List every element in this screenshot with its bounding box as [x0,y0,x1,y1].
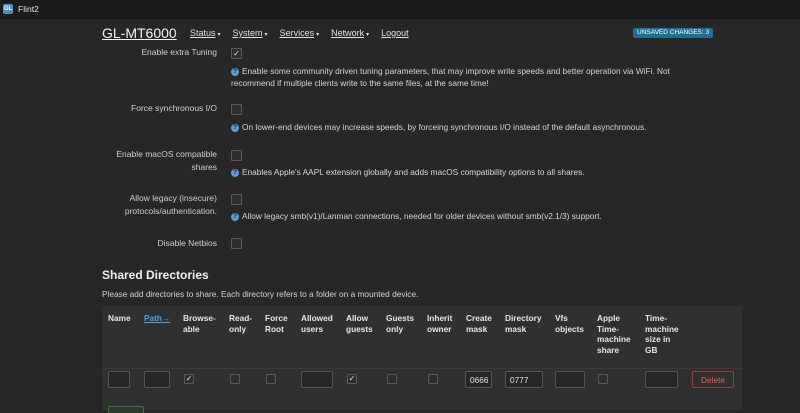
col-guests-only: Guests only [386,313,415,334]
chevron-down-icon: ▾ [316,32,320,38]
inherit-owner-checkbox[interactable] [428,374,438,384]
help-text: ? Allow legacy smb(v1)/Lanman connections… [231,211,602,221]
main-menu: Status ▾ System ▾ Services ▾ Network ▾ Logou… [190,28,421,38]
menu-services[interactable]: Services ▾ [280,28,320,38]
col-timemachine-size: Time- machine size in GB [645,313,679,355]
guests-only-checkbox[interactable] [387,374,397,384]
row-divider [102,368,742,369]
chevron-down-icon: ▾ [264,32,268,38]
extra-tuning-checkbox[interactable]: ✓ [231,48,242,59]
brand-link[interactable]: GL-MT6000 [102,25,177,41]
force-sync-checkbox[interactable] [231,104,242,115]
timemachine-size-input[interactable] [645,371,678,388]
col-force-root: Force Root [265,313,288,334]
chevron-down-icon: ▾ [217,32,221,38]
window-titlebar: GL Flint2 [0,0,800,19]
chevron-down-icon: ▾ [366,32,370,38]
apple-timemachine-checkbox[interactable] [598,374,608,384]
help-text: ? Enables Apple's AAPL extension globally… [231,167,585,177]
setting-label: Allow legacy (insecure) protocols/authent… [124,193,217,216]
directory-mask-input[interactable]: 0777 [505,371,543,388]
force-root-checkbox[interactable] [266,374,276,384]
col-browseable: Browse- able [183,313,216,334]
legacy-checkbox[interactable] [231,194,242,205]
share-path-input[interactable] [144,371,170,388]
col-vfs-objects: Vfs objects [555,313,585,334]
help-text: ? Enable some community driven tuning par… [231,66,670,88]
allow-guests-checkbox[interactable]: ✓ [347,374,357,384]
col-allow-guests: Allow guests [346,313,373,334]
readonly-checkbox[interactable] [230,374,240,384]
help-icon: ? [231,124,239,132]
help-icon: ? [231,213,239,221]
col-directory-mask: Directory mask [505,313,542,334]
share-name-input[interactable] [108,371,130,388]
allowed-users-input[interactable] [301,371,333,388]
help-icon: ? [231,169,239,177]
menu-network[interactable]: Network ▾ [331,28,369,38]
vfs-objects-input[interactable] [555,371,585,388]
netbios-checkbox[interactable] [231,238,242,249]
create-mask-input[interactable]: 0666 [465,371,492,388]
browseable-checkbox[interactable]: ✓ [184,374,194,384]
section-description: Please add directories to share. Each di… [102,289,419,299]
menu-status[interactable]: Status ▾ [190,28,221,38]
col-create-mask: Create mask [466,313,492,334]
setting-label: Enable extra Tuning [141,47,217,57]
setting-label: Force synchronous I/O [131,103,217,113]
unsaved-changes-badge[interactable]: UNSAVED CHANGES: 3 [633,28,714,38]
menu-logout[interactable]: Logout [381,28,409,38]
help-text: ? On lower-end devices may increase speed… [231,122,647,132]
col-path-sort[interactable]: Path→ [144,313,170,324]
shares-table: Name Path→ Browse- able Read- only Force… [102,306,742,413]
setting-label: Disable Netbios [157,238,217,248]
help-icon: ? [231,68,239,76]
macos-checkbox[interactable] [231,150,242,161]
menu-system[interactable]: System ▾ [233,28,268,38]
delete-button[interactable]: Delete [692,371,734,388]
col-name: Name [108,313,131,323]
col-apple-timemachine: Apple Time- machine share [597,313,631,355]
setting-label: Enable macOS compatible shares [116,149,217,172]
col-allowed-users: Allowed users [301,313,333,334]
app-icon: GL [3,4,13,14]
window-title: Flint2 [18,4,39,14]
section-title: Shared Directories [102,268,209,282]
col-readonly: Read- only [229,313,253,334]
col-inherit-owner: Inherit owner [427,313,453,334]
